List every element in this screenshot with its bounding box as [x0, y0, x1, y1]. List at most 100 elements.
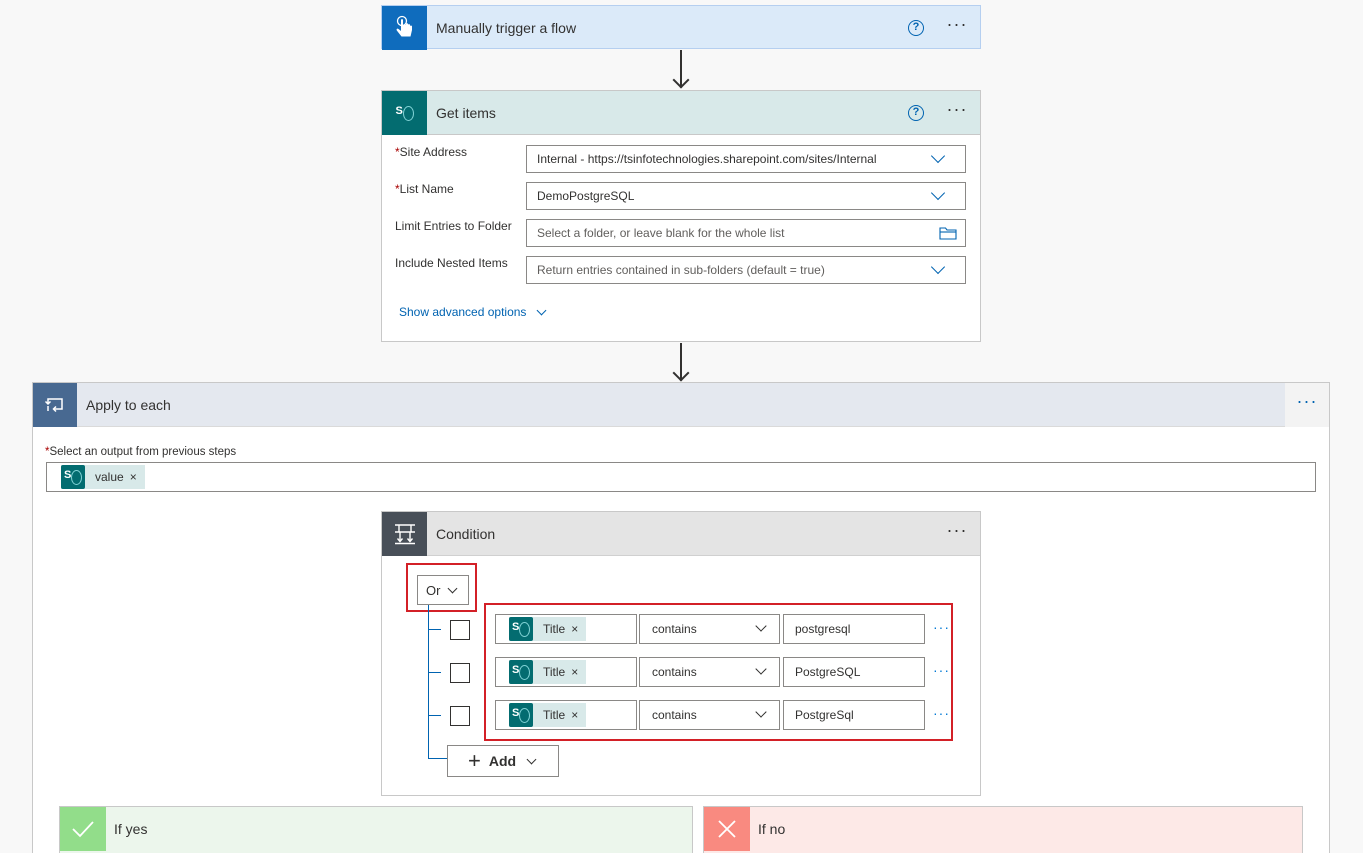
trigger-card-header[interactable]: Manually trigger a flow ? ···: [382, 6, 980, 50]
chevron-down-icon: [448, 583, 458, 593]
more-options-icon[interactable]: ···: [946, 521, 968, 543]
add-icon: +: [468, 748, 481, 773]
remove-token-icon[interactable]: ×: [130, 470, 145, 484]
title-token[interactable]: Title ×: [509, 617, 587, 641]
hand-touch-glyph: [396, 15, 412, 37]
row-checkbox[interactable]: [450, 663, 470, 683]
output-input[interactable]: value ×: [46, 462, 1316, 492]
if-no-label: If no: [758, 821, 786, 837]
show-advanced-options-link[interactable]: Show advanced options: [399, 305, 547, 319]
site-address-dropdown[interactable]: Internal - https://tsinfotechnologies.sh…: [526, 145, 966, 173]
sharepoint-icon: [509, 617, 533, 641]
condition-right-operand[interactable]: postgresql: [783, 614, 925, 644]
condition-left-operand[interactable]: Title ×: [495, 657, 637, 687]
sharepoint-icon: [509, 660, 533, 684]
apply-to-each-header[interactable]: Apply to each ···: [33, 382, 1329, 427]
title-token-label: Title: [543, 622, 566, 636]
get-items-card[interactable]: Get items ? ··· *Site Address Internal -…: [381, 90, 981, 342]
row-checkbox[interactable]: [450, 706, 470, 726]
apply-to-each-title: Apply to each: [86, 396, 171, 413]
help-icon[interactable]: ?: [908, 20, 924, 36]
flow-arrow-head: [672, 71, 690, 89]
limit-folder-input[interactable]: Select a folder, or leave blank for the …: [526, 219, 966, 247]
site-address-value: Internal - https://tsinfotechnologies.sh…: [537, 152, 877, 166]
chevron-down-icon: [755, 620, 767, 632]
chevron-down-icon[interactable]: [930, 185, 946, 201]
condition-right-operand[interactable]: PostgreSQL: [783, 657, 925, 687]
chevron-down-icon: [536, 305, 547, 315]
condition-right-operand[interactable]: PostgreSql: [783, 700, 925, 730]
chevron-down-icon: [526, 754, 537, 764]
condition-operator-dropdown[interactable]: contains: [639, 700, 780, 730]
trigger-title: Manually trigger a flow: [436, 20, 577, 36]
add-label: Add: [488, 753, 517, 769]
hand-touch-icon: [382, 6, 427, 50]
site-address-label: *Site Address: [395, 145, 467, 159]
operator-value: contains: [652, 665, 697, 679]
if-no-header[interactable]: If no: [704, 807, 1302, 851]
sharepoint-icon: [382, 90, 427, 135]
operator-value: contains: [652, 622, 697, 636]
list-name-label: *List Name: [395, 182, 454, 196]
more-options-icon[interactable]: ···: [1296, 392, 1318, 414]
list-name-dropdown[interactable]: DemoPostgreSQL: [526, 182, 966, 210]
chevron-down-icon[interactable]: [930, 259, 946, 275]
site-address-label-text: Site Address: [399, 145, 468, 159]
sharepoint-icon: [61, 465, 85, 489]
limit-folder-row: Limit Entries to Folder Select a folder,…: [395, 219, 966, 247]
apply-to-each-more-area[interactable]: ···: [1285, 382, 1329, 427]
title-token[interactable]: Title ×: [509, 660, 587, 684]
condition-operator-dropdown[interactable]: contains: [639, 614, 780, 644]
loop-icon: [33, 382, 77, 427]
more-options-icon[interactable]: ···: [946, 15, 968, 37]
loop-glyph: [44, 397, 63, 412]
operand-value: PostgreSql: [795, 708, 854, 722]
row-more-options-icon[interactable]: ···: [933, 705, 950, 721]
folder-icon[interactable]: [939, 226, 957, 240]
chevron-down-icon: [755, 706, 767, 718]
condition-left-operand[interactable]: Title ×: [495, 700, 637, 730]
trigger-card[interactable]: Manually trigger a flow ? ···: [381, 5, 981, 50]
tree-line-branch: [428, 715, 441, 716]
group-operator-dropdown[interactable]: Or: [417, 575, 469, 605]
operand-value: PostgreSQL: [795, 665, 861, 679]
condition-title: Condition: [436, 525, 496, 542]
more-options-icon[interactable]: ···: [946, 100, 968, 122]
if-yes-branch[interactable]: If yes: [59, 806, 693, 853]
value-token[interactable]: value ×: [61, 465, 145, 489]
if-no-branch[interactable]: If no: [703, 806, 1303, 853]
get-items-header[interactable]: Get items ? ···: [382, 90, 980, 135]
operand-value: postgresql: [795, 622, 851, 636]
nested-items-dropdown[interactable]: Return entries contained in sub-folders …: [526, 256, 966, 284]
nested-items-row: Include Nested Items Return entries cont…: [395, 256, 966, 284]
value-token-label: value: [95, 470, 124, 484]
limit-folder-placeholder: Select a folder, or leave blank for the …: [537, 226, 785, 240]
add-button[interactable]: + Add: [447, 745, 559, 777]
condition-operator-dropdown[interactable]: contains: [639, 657, 780, 687]
operator-value: contains: [652, 708, 697, 722]
nested-items-placeholder: Return entries contained in sub-folders …: [537, 263, 825, 277]
group-operator-value: Or: [426, 582, 441, 598]
show-advanced-options-label: Show advanced options: [399, 305, 527, 319]
row-more-options-icon[interactable]: ···: [933, 619, 950, 635]
remove-token-icon[interactable]: ×: [571, 622, 586, 636]
row-more-options-icon[interactable]: ···: [933, 662, 950, 678]
if-yes-header[interactable]: If yes: [60, 807, 692, 851]
chevron-down-icon: [755, 663, 767, 675]
help-icon[interactable]: ?: [908, 104, 924, 121]
chevron-down-icon[interactable]: [930, 148, 946, 164]
title-token-label: Title: [543, 665, 566, 679]
nested-items-label: Include Nested Items: [395, 256, 508, 270]
list-name-value: DemoPostgreSQL: [537, 189, 635, 203]
remove-token-icon[interactable]: ×: [571, 708, 586, 722]
title-token[interactable]: Title ×: [509, 703, 587, 727]
row-checkbox[interactable]: [450, 620, 470, 640]
output-label: *Select an output from previous steps: [45, 446, 236, 458]
list-name-label-text: List Name: [399, 182, 454, 196]
condition-left-operand[interactable]: Title ×: [495, 614, 637, 644]
condition-icon: [382, 511, 427, 556]
remove-token-icon[interactable]: ×: [571, 665, 586, 679]
condition-header[interactable]: Condition ···: [382, 511, 980, 556]
tree-line-branch: [428, 758, 448, 759]
condition-glyph: [394, 523, 415, 544]
